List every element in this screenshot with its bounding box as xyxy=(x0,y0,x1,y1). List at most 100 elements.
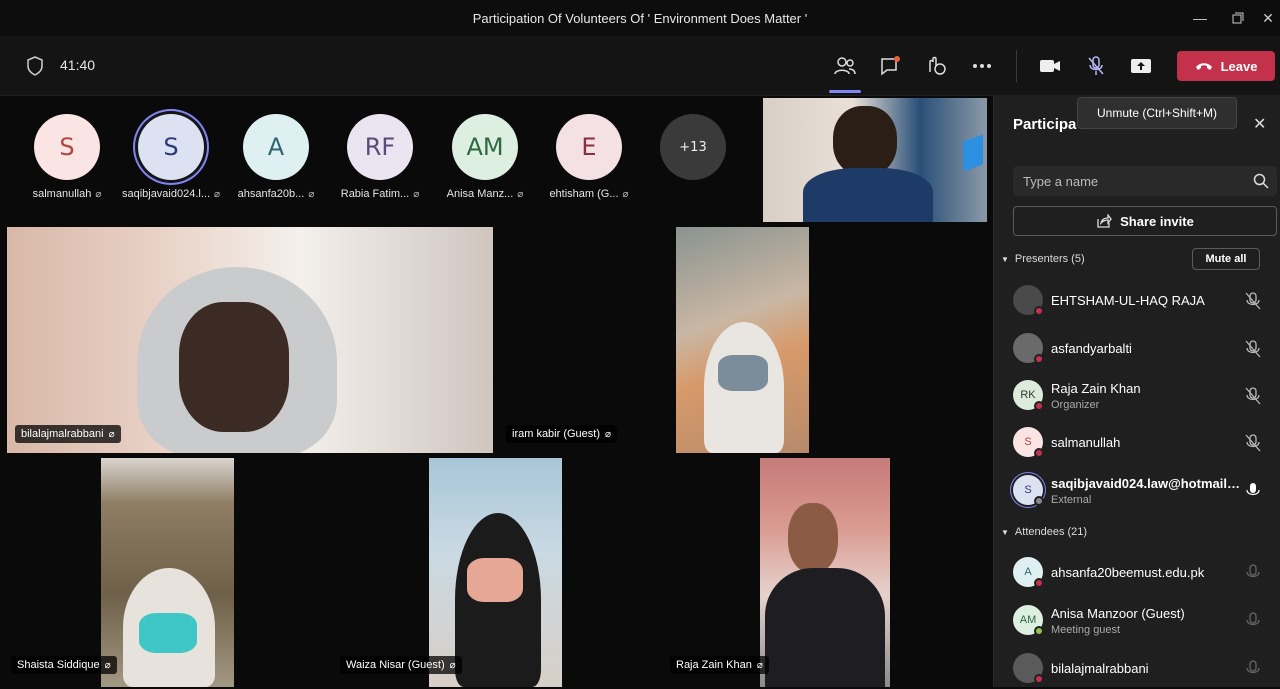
video-nametag: iram kabir (Guest) ⌀ xyxy=(506,425,618,443)
share-invite-button[interactable]: Share invite xyxy=(1013,206,1277,236)
participant-name: Waiza Nisar (Guest) xyxy=(346,659,445,671)
close-window-icon[interactable]: ✕ xyxy=(1248,0,1280,36)
self-video xyxy=(763,98,987,222)
video-feed xyxy=(429,458,562,687)
face-mask xyxy=(467,558,523,602)
presenters-section-toggle[interactable]: ▼ Presenters (5) xyxy=(1001,253,1085,265)
participant-name: Raja Zain Khan xyxy=(1051,381,1141,396)
participant-video: Raja Zain Khan ⌀ xyxy=(665,458,988,687)
mic-muted-icon[interactable] xyxy=(1245,340,1261,358)
status-badge xyxy=(1034,354,1044,364)
participant-tile[interactable]: AM Anisa Manz... ⌀ xyxy=(435,114,535,200)
participant-tile[interactable]: S salmanullah ⌀ xyxy=(17,114,117,200)
camera-icon[interactable] xyxy=(1034,50,1066,82)
status-badge xyxy=(1034,674,1044,684)
decor-shape xyxy=(963,134,983,172)
chat-icon[interactable] xyxy=(874,50,906,82)
participant-row[interactable]: asfandyarbalti xyxy=(1013,329,1275,369)
participant-row[interactable]: S saqibjavaid024.law@hotmail.... Externa… xyxy=(1013,471,1275,511)
participant-name: ahsanfa20b... xyxy=(237,188,305,200)
avatar: S xyxy=(138,114,204,180)
video-nametag: Raja Zain Khan ⌀ xyxy=(670,656,769,674)
avatar: RF xyxy=(347,114,413,180)
participant-row[interactable]: S salmanullah xyxy=(1013,423,1275,463)
tooltip-text: Unmute (Ctrl+Shift+M) xyxy=(1096,106,1218,120)
mic-icon: ⌀ xyxy=(108,428,115,440)
mic-icon: ⌀ xyxy=(517,188,524,200)
participant-row[interactable]: RK Raja Zain Khan Organizer xyxy=(1013,376,1275,416)
leave-label: Leave xyxy=(1220,58,1258,74)
person-head xyxy=(833,106,897,176)
people-icon[interactable] xyxy=(829,50,861,82)
face-mask xyxy=(139,613,197,653)
video-nametag: bilalajmalrabbani ⌀ xyxy=(15,425,121,443)
leave-button[interactable]: Leave xyxy=(1177,51,1275,81)
participant-row[interactable]: bilalajmalrabbani xyxy=(1013,649,1275,689)
participant-name: Raja Zain Khan xyxy=(676,659,752,671)
participant-name: asfandyarbalti xyxy=(1051,341,1132,356)
mic-muted-icon[interactable] xyxy=(1080,50,1112,82)
mic-muted-icon: ⌀ xyxy=(756,659,763,671)
participant-video: Waiza Nisar (Guest) ⌀ xyxy=(335,458,657,687)
avatar: E xyxy=(556,114,622,180)
mic-muted-icon: ⌀ xyxy=(214,188,221,200)
participant-role: External xyxy=(1051,494,1092,506)
status-badge xyxy=(1034,306,1044,316)
participant-name: Anisa Manz... xyxy=(446,188,514,200)
mic-muted-icon[interactable] xyxy=(1245,387,1261,405)
mic-icon: ⌀ xyxy=(622,188,629,200)
attendees-section-toggle[interactable]: ▼ Attendees (21) xyxy=(1001,526,1087,538)
share-invite-label: Share invite xyxy=(1120,213,1194,229)
mic-icon: ⌀ xyxy=(308,188,315,200)
active-tab-indicator xyxy=(829,90,861,93)
participant-name: iram kabir (Guest) xyxy=(512,428,601,440)
person-body xyxy=(803,168,933,222)
close-icon[interactable]: ✕ xyxy=(1253,114,1266,134)
participant-tile[interactable]: S saqibjavaid024.l... ⌀ xyxy=(121,114,221,200)
participant-name: bilalajmalrabbani xyxy=(21,428,104,440)
search-icon[interactable] xyxy=(1253,173,1269,189)
mic-disabled-icon xyxy=(1246,564,1260,578)
participant-role: Organizer xyxy=(1051,399,1100,411)
mic-icon[interactable] xyxy=(1245,482,1261,500)
participant-tile[interactable]: RF Rabia Fatim... ⌀ xyxy=(330,114,430,200)
more-options-icon[interactable] xyxy=(966,50,998,82)
chevron-down-icon: ▼ xyxy=(1001,527,1009,537)
mic-muted-icon[interactable] xyxy=(1245,434,1261,452)
participant-name: saqibjavaid024.l... xyxy=(121,188,211,200)
participant-row[interactable]: A ahsanfa20beemust.edu.pk xyxy=(1013,553,1275,593)
mic-muted-icon[interactable] xyxy=(1245,292,1261,310)
participant-name: ehtisham (G... xyxy=(549,188,619,200)
participant-video: bilalajmalrabbani ⌀ xyxy=(7,227,493,453)
participant-name: salmanullah xyxy=(32,188,92,200)
search-input[interactable]: Type a name xyxy=(1013,166,1277,196)
participant-name: ahsanfa20beemust.edu.pk xyxy=(1051,565,1205,580)
participant-name: EHTSHAM-UL-HAQ RAJA xyxy=(1051,293,1205,308)
mic-icon: ⌀ xyxy=(413,188,420,200)
participant-tile[interactable]: E ehtisham (G... ⌀ xyxy=(539,114,639,200)
video-feed xyxy=(760,458,890,687)
avatar: A xyxy=(243,114,309,180)
panel-title: Participa xyxy=(1013,116,1077,133)
meeting-toolbar: 41:40 Leave xyxy=(0,36,1280,96)
overflow-participants-button[interactable]: +13 xyxy=(643,114,743,180)
share-screen-icon[interactable] xyxy=(1125,50,1157,82)
toolbar-divider xyxy=(1016,50,1017,82)
meeting-timer: 41:40 xyxy=(60,57,96,73)
mute-all-button[interactable]: Mute all xyxy=(1192,248,1260,270)
participant-tile[interactable]: A ahsanfa20b... ⌀ xyxy=(226,114,326,200)
participant-video: iram kabir (Guest) ⌀ xyxy=(498,227,988,453)
avatar: S xyxy=(34,114,100,180)
status-badge xyxy=(1034,496,1044,506)
participant-row[interactable]: AM Anisa Manzoor (Guest) Meeting guest xyxy=(1013,601,1275,641)
phone-hangup-icon xyxy=(1195,63,1212,70)
mic-icon: ⌀ xyxy=(104,659,111,671)
mic-icon: ⌀ xyxy=(449,659,456,671)
status-badge xyxy=(1034,626,1044,636)
participant-row[interactable]: EHTSHAM-UL-HAQ RAJA xyxy=(1013,281,1275,321)
minimize-icon[interactable]: — xyxy=(1180,0,1220,36)
status-badge xyxy=(1034,578,1044,588)
mic-disabled-icon xyxy=(1246,660,1260,674)
reactions-icon[interactable] xyxy=(920,50,952,82)
avatar-strip: S salmanullah ⌀ S saqibjavaid024.l... ⌀ A … xyxy=(0,96,760,222)
